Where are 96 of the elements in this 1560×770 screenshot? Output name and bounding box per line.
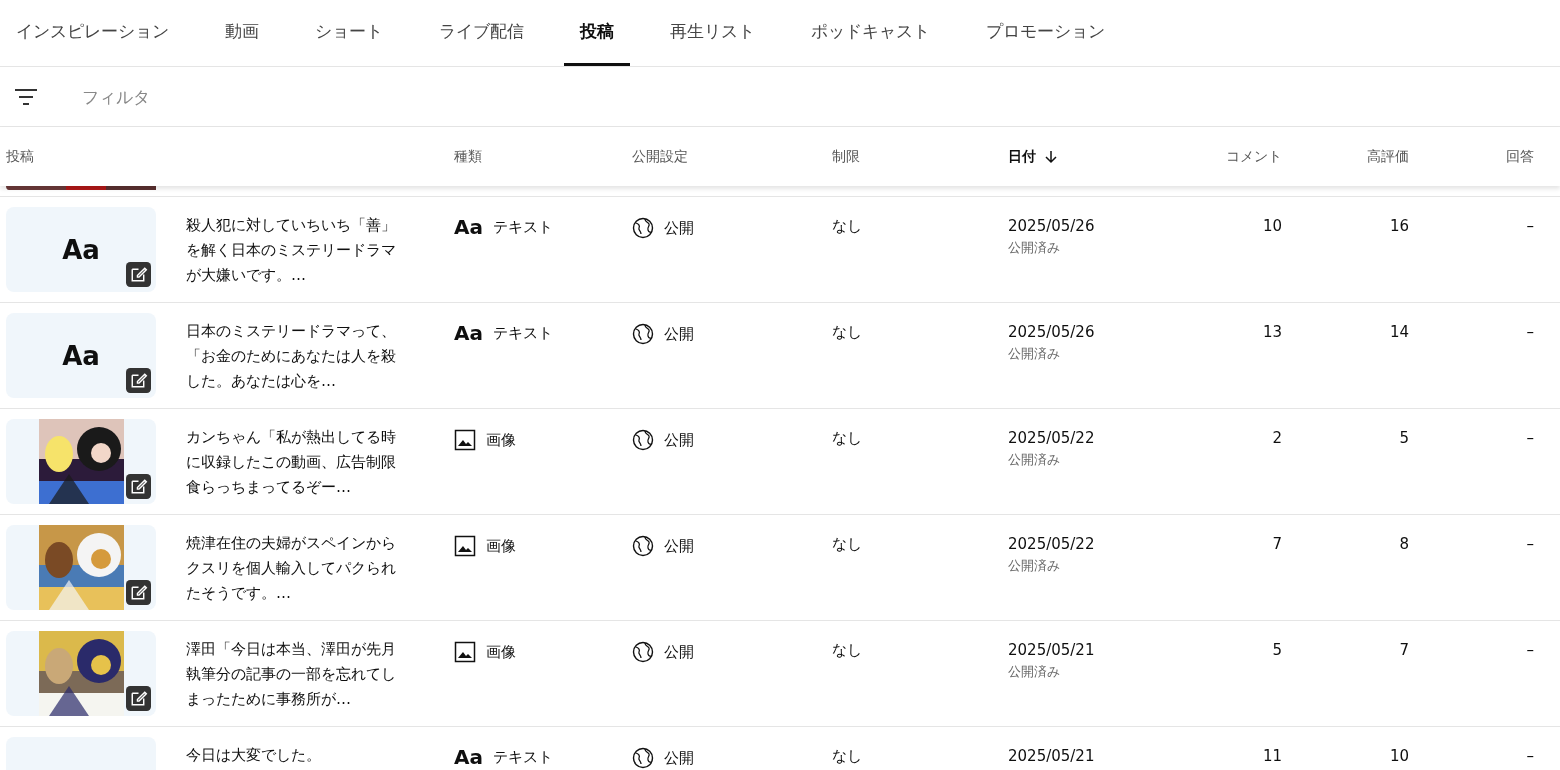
reply-count: – [1526, 323, 1534, 341]
image-icon [454, 535, 476, 557]
thumbnail-card[interactable] [6, 419, 156, 504]
globe-icon [632, 429, 654, 451]
thumbnail-card[interactable] [6, 631, 156, 716]
globe-icon [632, 641, 654, 663]
date-text: 2025/05/22 [1008, 535, 1095, 553]
tab[interactable]: プロモーション [970, 0, 1121, 66]
tab[interactable]: インスピレーション [0, 0, 185, 66]
visibility-label: 公開 [664, 642, 694, 662]
date-text: 2025/05/21 [1008, 641, 1095, 659]
globe-icon [632, 747, 654, 769]
status-text: 公開済み [1008, 557, 1060, 575]
type-label: 画像 [486, 536, 516, 556]
date-text: 2025/05/21 [1008, 747, 1095, 765]
sort-arrow-icon [1044, 149, 1058, 164]
column-header[interactable]: 制限 [832, 147, 1008, 166]
visibility-label: 公開 [664, 430, 694, 450]
restriction-label: なし [832, 323, 862, 342]
tab[interactable]: 投稿 [564, 0, 630, 66]
comment-count: 2 [1272, 429, 1282, 447]
reply-count: – [1526, 641, 1534, 659]
text-type-glyph: Aa [454, 323, 483, 343]
tab[interactable]: 動画 [209, 0, 275, 66]
comment-count: 7 [1272, 535, 1282, 553]
column-header[interactable]: 種類 [448, 147, 632, 166]
date-text: 2025/05/22 [1008, 429, 1095, 447]
like-count: 16 [1389, 217, 1409, 235]
type-label: 画像 [486, 642, 516, 662]
like-count: 8 [1399, 535, 1409, 553]
restriction-label: なし [832, 641, 862, 660]
tab[interactable]: 再生リスト [654, 0, 771, 66]
text-type-glyph: Aa [454, 217, 483, 237]
globe-icon [632, 217, 654, 239]
thumbnail-card[interactable]: Aa [6, 207, 156, 292]
reply-count: – [1526, 217, 1534, 235]
edit-icon[interactable] [126, 580, 151, 605]
like-count: 7 [1399, 641, 1409, 659]
status-text: 公開済み [1008, 451, 1060, 469]
column-header[interactable]: 日付 [1008, 147, 1158, 166]
reply-count: – [1526, 429, 1534, 447]
type-label: テキスト [493, 217, 553, 237]
filter-icon[interactable] [14, 87, 38, 106]
comment-count: 13 [1262, 323, 1282, 341]
date-text: 2025/05/26 [1008, 217, 1095, 235]
restriction-label: なし [832, 429, 862, 448]
post-text[interactable]: 今日は大変でした。 [186, 743, 404, 770]
reply-count: – [1526, 535, 1534, 553]
like-count: 14 [1389, 323, 1409, 341]
post-text[interactable]: 焼津在住の夫婦がスペインからクスリを個人輸入してパクられたそうです。… [186, 531, 404, 610]
status-text: 公開済み [1008, 663, 1060, 681]
restriction-label: なし [832, 535, 862, 554]
edit-icon[interactable] [126, 474, 151, 499]
visibility-label: 公開 [664, 748, 694, 768]
type-label: テキスト [493, 747, 553, 767]
column-header[interactable]: 回答 [1409, 147, 1534, 166]
visibility-label: 公開 [664, 218, 694, 238]
status-text: 公開済み [1008, 239, 1060, 257]
image-icon [454, 429, 476, 451]
edit-icon[interactable] [126, 686, 151, 711]
date-text: 2025/05/26 [1008, 323, 1095, 341]
comment-count: 10 [1262, 217, 1282, 235]
restriction-label: なし [832, 217, 862, 236]
thumbnail-card[interactable]: Aa [6, 313, 156, 398]
restriction-label: なし [832, 747, 862, 766]
thumbnail-card[interactable] [6, 525, 156, 610]
column-header[interactable]: コメント [1158, 147, 1282, 166]
post-text[interactable]: 日本のミステリードラマって、「お金のためにあなたは人を殺した。あなたは心を… [186, 319, 404, 398]
filter-field[interactable]: フィルタ [80, 85, 384, 108]
image-icon [454, 641, 476, 663]
tab[interactable]: ポッドキャスト [795, 0, 946, 66]
visibility-label: 公開 [664, 324, 694, 344]
type-label: テキスト [493, 323, 553, 343]
post-text[interactable]: カンちゃん「私が熱出してる時に収録したこの動画、広告制限食らっちまってるぞー… [186, 425, 404, 504]
text-post-glyph: Aa [62, 340, 100, 371]
column-header[interactable]: 高評価 [1282, 147, 1409, 166]
like-count: 5 [1399, 429, 1409, 447]
edit-icon[interactable] [126, 262, 151, 287]
post-text[interactable]: 殺人犯に対していちいち「善」を解く日本のミステリードラマが大嫌いです。… [186, 213, 404, 292]
tab[interactable]: ライブ配信 [423, 0, 540, 66]
column-header[interactable]: 公開設定 [632, 147, 832, 166]
edit-icon[interactable] [126, 368, 151, 393]
like-count: 10 [1389, 747, 1409, 765]
tab[interactable]: ショート [299, 0, 399, 66]
reply-count: – [1526, 747, 1534, 765]
text-post-glyph: Aa [62, 234, 100, 265]
text-type-glyph: Aa [454, 747, 483, 767]
comment-count: 5 [1272, 641, 1282, 659]
status-text: 公開済み [1008, 345, 1060, 363]
column-header[interactable]: 投稿 [0, 147, 448, 166]
type-label: 画像 [486, 430, 516, 450]
post-text[interactable]: 澤田「今日は本当、澤田が先月執筆分の記事の一部を忘れてしまったために事務所が… [186, 637, 404, 716]
visibility-label: 公開 [664, 536, 694, 556]
comment-count: 11 [1262, 747, 1282, 765]
globe-icon [632, 535, 654, 557]
globe-icon [632, 323, 654, 345]
